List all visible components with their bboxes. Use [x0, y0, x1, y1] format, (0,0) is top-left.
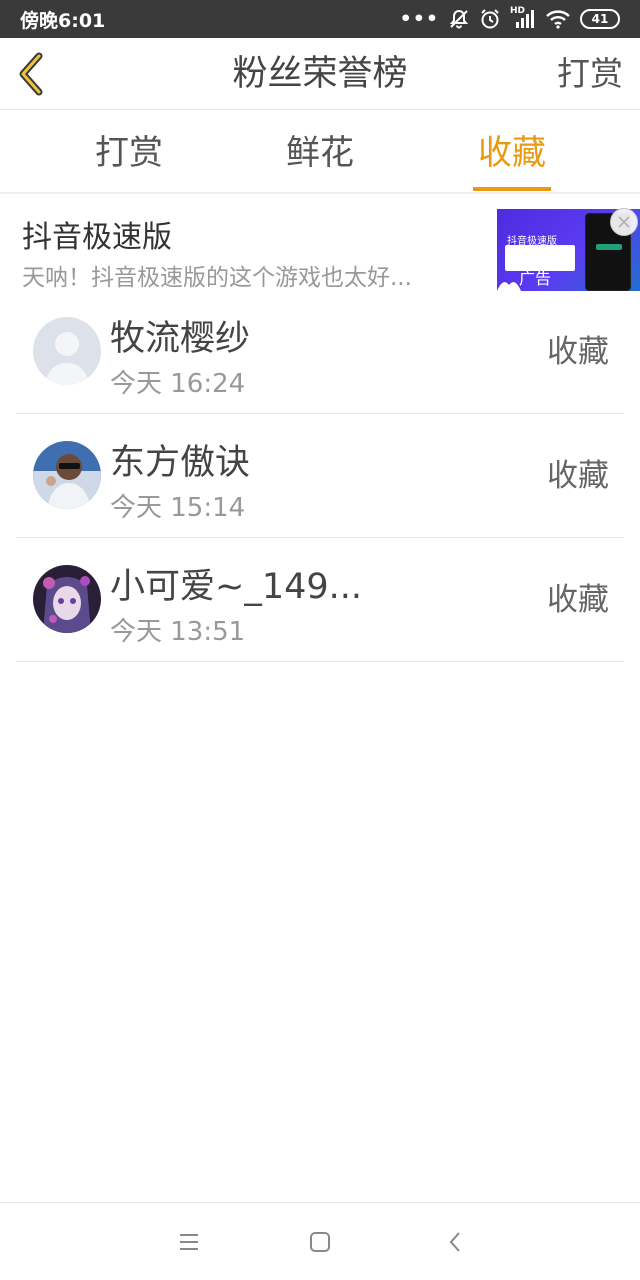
battery-level: 41: [591, 12, 609, 26]
bell-off-icon: [449, 9, 469, 29]
close-icon: [618, 216, 630, 228]
home-square-icon: [310, 1232, 330, 1252]
tab-reward[interactable]: 打赏: [84, 110, 174, 194]
user-name: 小可爱~_149...: [110, 567, 363, 607]
ad-card: 抖音极速版: [501, 217, 579, 271]
user-name: 东方傲诀: [110, 443, 251, 483]
ad-badge: 广告: [519, 269, 552, 288]
list-item[interactable]: 牧流樱纱 今天 16:24 收藏: [16, 290, 624, 414]
more-dots-icon: •••: [399, 7, 439, 30]
chevron-left-icon: [19, 52, 43, 96]
timestamp: 今天 16:24: [110, 369, 246, 399]
system-back-button[interactable]: [440, 1227, 470, 1257]
alarm-icon: [481, 9, 499, 29]
tab-bar: 打赏 鲜花 收藏: [0, 110, 640, 194]
avatar[interactable]: [33, 565, 101, 633]
avatar[interactable]: [33, 317, 101, 385]
favorite-label: 收藏: [547, 458, 609, 494]
ad-phone-screen: [596, 244, 622, 250]
favorite-label: 收藏: [547, 334, 609, 370]
back-button[interactable]: [14, 52, 48, 96]
favorite-label: 收藏: [547, 582, 609, 618]
ad-title: 抖音极速版: [22, 220, 172, 255]
menu-icon: [180, 1234, 198, 1250]
user-photo-avatar: [33, 441, 101, 509]
avatar[interactable]: [33, 441, 101, 509]
ad-banner[interactable]: 抖音极速版 天呐！抖音极速版的这个游戏也太好... 抖音极速版 广告: [0, 196, 640, 296]
system-nav-bar: [0, 1202, 640, 1280]
timestamp: 今天 13:51: [110, 617, 246, 647]
status-bar: 傍晚6:01 ••• HD 41: [0, 0, 640, 38]
list-item[interactable]: 小可爱~_149... 今天 13:51 收藏: [16, 538, 624, 662]
status-time: 傍晚6:01: [20, 9, 106, 32]
cell-signal-icon: HD: [510, 6, 536, 30]
back-triangle-icon: [449, 1232, 460, 1252]
ad-description: 天呐！抖音极速版的这个游戏也太好...: [22, 265, 412, 291]
anime-avatar: [33, 565, 101, 633]
status-icons: ••• HD 41: [399, 6, 620, 30]
list-item[interactable]: 东方傲诀 今天 15:14 收藏: [16, 414, 624, 538]
user-name: 牧流樱纱: [110, 319, 251, 359]
header: 粉丝荣誉榜 打赏: [0, 38, 640, 110]
home-button[interactable]: [305, 1227, 335, 1257]
favorites-list: 牧流樱纱 今天 16:24 收藏 东方傲诀 今天 15:14 收藏 小可爱~_1…: [0, 290, 640, 662]
tab-flowers[interactable]: 鲜花: [275, 110, 365, 194]
wifi-icon: [546, 10, 570, 29]
timestamp: 今天 15:14: [110, 493, 246, 523]
page-title: 粉丝荣誉榜: [232, 54, 408, 94]
battery-icon: 41: [580, 9, 620, 29]
tab-favorites[interactable]: 收藏: [473, 110, 551, 194]
reward-button[interactable]: 打赏: [557, 38, 623, 110]
default-avatar-icon: [33, 317, 101, 385]
menu-button[interactable]: [174, 1227, 204, 1257]
ad-close-button[interactable]: [610, 208, 638, 236]
tab-label: 鲜花: [286, 133, 354, 173]
ad-wave-icon: [497, 282, 521, 291]
tab-label: 收藏: [478, 133, 546, 173]
tab-active-indicator: [473, 187, 551, 191]
tab-label: 打赏: [95, 133, 163, 173]
